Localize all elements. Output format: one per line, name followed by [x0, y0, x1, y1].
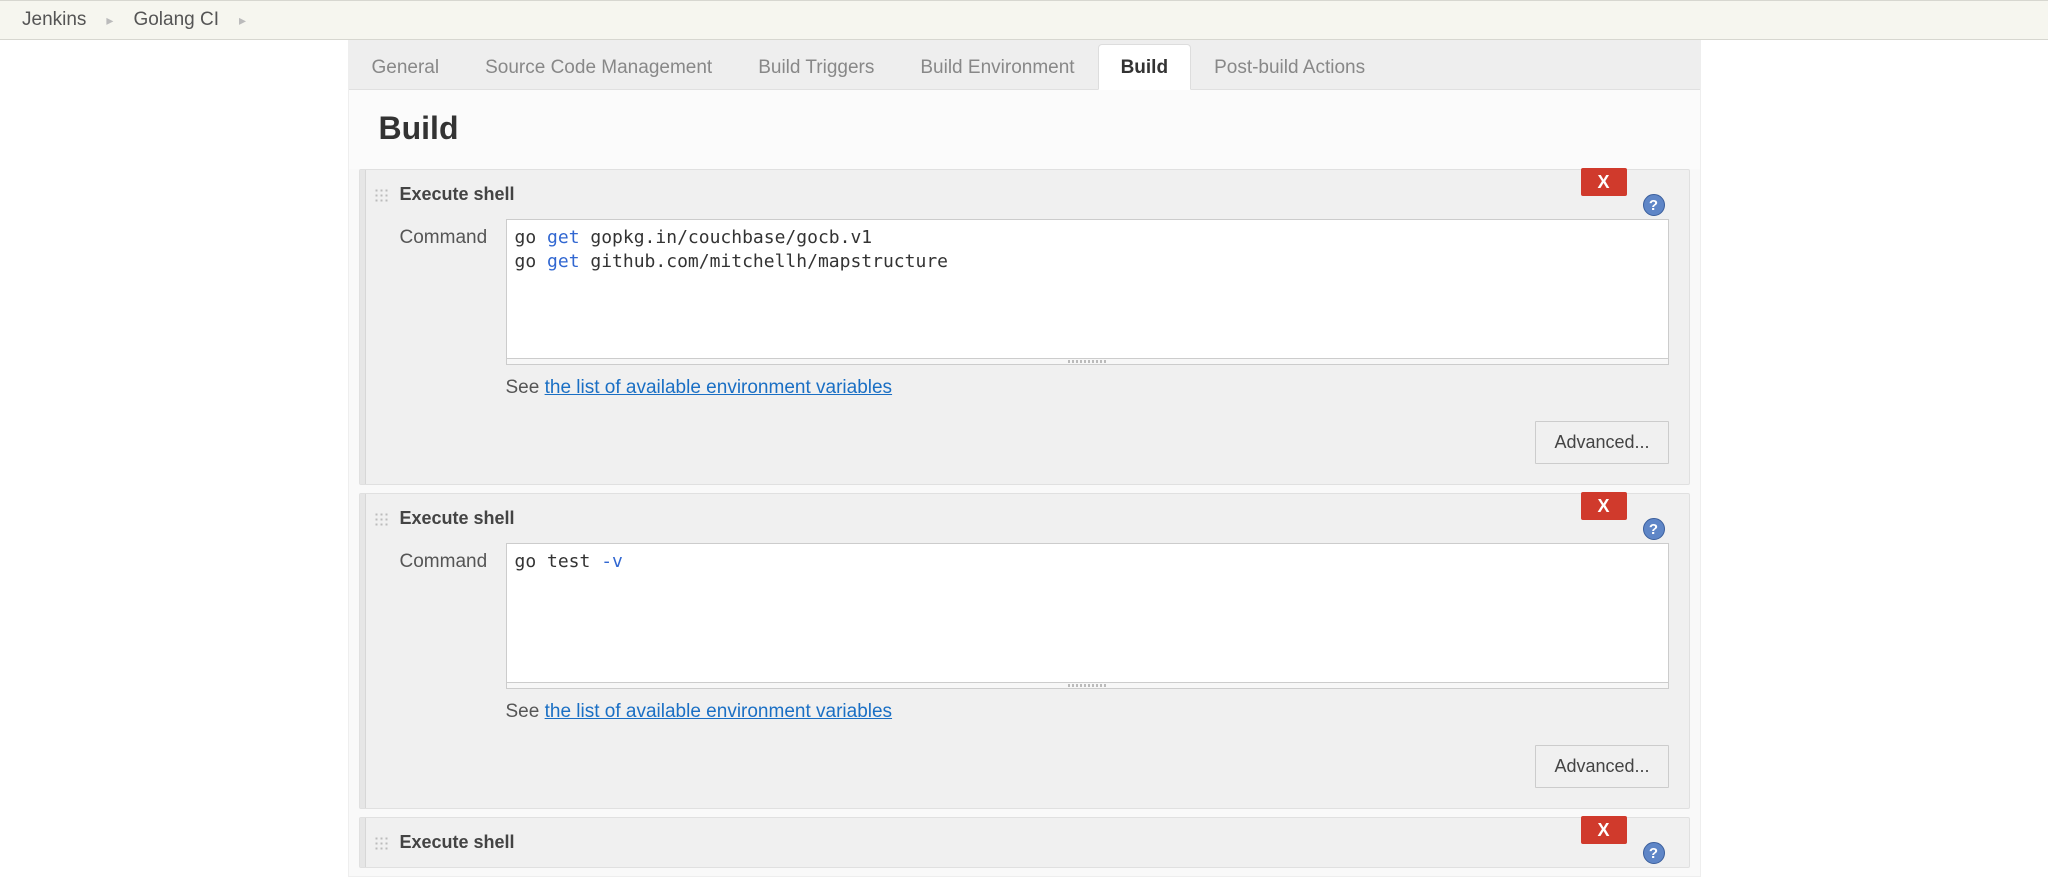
tab-build-triggers[interactable]: Build Triggers	[735, 44, 897, 89]
build-step: X ? Execute shell	[359, 817, 1690, 868]
env-hint-prefix: See	[506, 377, 545, 398]
step-header: Execute shell	[360, 170, 1689, 219]
drag-handle-icon[interactable]	[374, 188, 388, 202]
tab-general[interactable]: General	[349, 44, 463, 89]
breadcrumb-item-project[interactable]: Golang CI	[133, 9, 219, 31]
env-vars-link[interactable]: the list of available environment variab…	[545, 377, 892, 398]
env-hint-prefix: See	[506, 701, 545, 722]
command-input[interactable]: go test -v	[506, 543, 1669, 683]
section-title: Build	[349, 90, 1700, 169]
tab-post-build[interactable]: Post-build Actions	[1191, 44, 1388, 89]
config-tabs: General Source Code Management Build Tri…	[349, 40, 1700, 90]
step-header: Execute shell	[360, 494, 1689, 543]
build-steps: X ? Execute shell Command go get gopkg.i…	[349, 169, 1700, 876]
tab-build-env[interactable]: Build Environment	[897, 44, 1097, 89]
config-panel: General Source Code Management Build Tri…	[348, 40, 1701, 877]
resize-handle-icon[interactable]	[506, 359, 1669, 365]
breadcrumb: Jenkins ▸ Golang CI ▸	[0, 0, 2048, 40]
advanced-button[interactable]: Advanced...	[1535, 421, 1668, 464]
command-label: Command	[400, 219, 490, 249]
command-input[interactable]: go get gopkg.in/couchbase/gocb.v1 go get…	[506, 219, 1669, 359]
chevron-right-icon: ▸	[106, 12, 113, 29]
drag-handle-icon[interactable]	[374, 512, 388, 526]
env-vars-hint: See the list of available environment va…	[506, 377, 1669, 399]
chevron-right-icon: ▸	[239, 12, 246, 29]
env-vars-link[interactable]: the list of available environment variab…	[545, 701, 892, 722]
step-header: Execute shell	[360, 818, 1689, 867]
step-title: Execute shell	[400, 184, 515, 205]
build-step: X ? Execute shell Command go get gopkg.i…	[359, 169, 1690, 485]
advanced-button[interactable]: Advanced...	[1535, 745, 1668, 788]
command-label: Command	[400, 543, 490, 573]
env-vars-hint: See the list of available environment va…	[506, 701, 1669, 723]
build-step: X ? Execute shell Command go test -v See…	[359, 493, 1690, 809]
step-title: Execute shell	[400, 832, 515, 853]
resize-handle-icon[interactable]	[506, 683, 1669, 689]
drag-handle-icon[interactable]	[374, 836, 388, 850]
breadcrumb-item-jenkins[interactable]: Jenkins	[22, 9, 86, 31]
step-title: Execute shell	[400, 508, 515, 529]
tab-build[interactable]: Build	[1098, 44, 1192, 90]
tab-scm[interactable]: Source Code Management	[462, 44, 735, 89]
